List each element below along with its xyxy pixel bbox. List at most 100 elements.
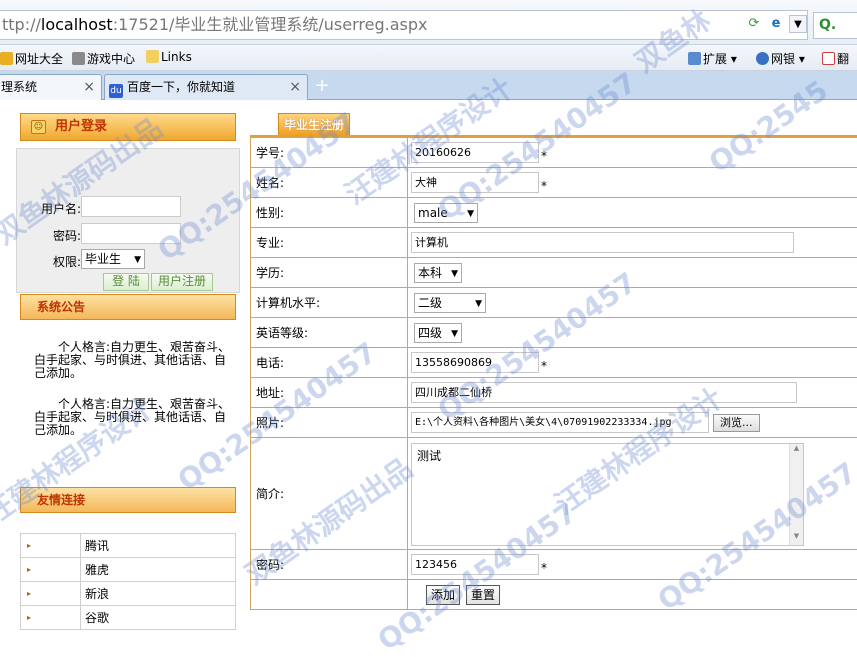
password-field[interactable]: 123456 [411, 554, 539, 575]
url-input[interactable]: ttp://localhost:17521/毕业生就业管理系统/userreg.… [0, 10, 808, 40]
student-id-input[interactable]: 20160626 [411, 142, 539, 163]
address-label: 地址: [251, 378, 408, 408]
textarea-scrollbar[interactable]: ▲▼ [789, 444, 803, 545]
bullet-icon: ▸ [21, 582, 81, 606]
role-label: 权限: [53, 253, 81, 270]
close-icon[interactable]: × [289, 75, 301, 99]
page-content: ☺ 用户登录 用户名: 密码: 权限: 毕业生▼ 登 陆 用户注册 [0, 101, 857, 640]
username-label: 用户名: [41, 200, 81, 217]
search-engine-box[interactable]: Q. [813, 12, 857, 39]
web-directory-icon [0, 52, 13, 65]
user-icon: ☺ [31, 120, 46, 134]
form-row-intro: 简介: 测试▲▼ [251, 438, 857, 550]
tab-management-system[interactable]: 理系统 × [0, 74, 102, 100]
notice-paragraph: 个人格言:自力更生、艰苦奋斗、白手起家、与时俱进、其他话语、自己添加。 [34, 341, 234, 380]
address-bar-icons: ⟳ e ▼ [745, 15, 807, 33]
register-button[interactable]: 用户注册 [151, 273, 213, 291]
close-icon[interactable]: × [83, 75, 95, 99]
link-yahoo[interactable]: 雅虎 [81, 558, 236, 582]
notice-header: 系统公告 [20, 294, 236, 320]
english-level-label: 英语等级: [251, 318, 408, 348]
login-panel: 用户名: 密码: 权限: 毕业生▼ 登 陆 用户注册 [16, 148, 240, 293]
chevron-down-icon: ▼ [451, 325, 458, 343]
link-row: ▸新浪 [21, 582, 236, 606]
form-row-actions: 添加重置 [251, 580, 857, 610]
role-select[interactable]: 毕业生▼ [81, 249, 145, 269]
required-mark: * [541, 179, 547, 193]
form-row-gender: 性别: male▼ [251, 198, 857, 228]
required-mark: * [541, 359, 547, 373]
link-sina[interactable]: 新浪 [81, 582, 236, 606]
chevron-down-icon: ▼ [475, 295, 482, 313]
browse-button[interactable]: 浏览... [713, 414, 760, 432]
password-label: 密码: [53, 227, 81, 244]
major-input[interactable]: 计算机 [411, 232, 794, 253]
favorite-item[interactable]: Links [146, 50, 192, 64]
left-sidebar: ☺ 用户登录 用户名: 密码: 权限: 毕业生▼ 登 陆 用户注册 [14, 101, 243, 640]
chevron-down-icon: ▼ [467, 205, 474, 223]
bank-icon [756, 52, 769, 65]
translate-icon [822, 52, 835, 65]
address-input[interactable]: 四川成都二仙桥 [411, 382, 797, 403]
favorite-item[interactable]: 网址大全 [0, 50, 63, 67]
major-label: 专业: [251, 228, 408, 258]
extensions-menu[interactable]: 扩展 ▾ [688, 50, 737, 67]
login-button[interactable]: 登 陆 [103, 273, 149, 291]
photo-file-input[interactable]: E:\个人资料\各种图片\美女\4\07091902233334.jpg [411, 412, 709, 433]
form-row-address: 地址: 四川成都二仙桥 [251, 378, 857, 408]
ie-compat-icon[interactable]: e [767, 15, 785, 33]
form-row-education: 学历: 本科▼ [251, 258, 857, 288]
online-banking-menu[interactable]: 网银 ▾ [756, 50, 805, 67]
chevron-down-icon: ▼ [134, 251, 141, 269]
form-row-major: 专业: 计算机 [251, 228, 857, 258]
folder-icon [146, 50, 159, 63]
actions-spacer [251, 580, 408, 610]
form-row-name: 姓名: 大神* [251, 168, 857, 198]
student-id-label: 学号: [251, 138, 408, 168]
form-row-phone: 电话: 13558690869* [251, 348, 857, 378]
name-input[interactable]: 大神 [411, 172, 539, 193]
registration-table: 学号: 20160626* 姓名: 大神* 性别: male▼ 专业: 计算机 … [250, 137, 857, 610]
bullet-icon: ▸ [21, 606, 81, 630]
bullet-icon: ▸ [21, 558, 81, 582]
links-table: ▸腾讯 ▸雅虎 ▸新浪 ▸谷歌 [20, 533, 236, 630]
link-tencent[interactable]: 腾讯 [81, 534, 236, 558]
photo-label: 照片: [251, 408, 408, 438]
add-button[interactable]: 添加 [426, 585, 460, 605]
education-select[interactable]: 本科▼ [414, 263, 462, 283]
translate-button[interactable]: 翻 [822, 50, 849, 67]
link-row: ▸雅虎 [21, 558, 236, 582]
gamepad-icon [72, 52, 85, 65]
phone-input[interactable]: 13558690869 [411, 352, 539, 373]
login-buttons: 登 陆 用户注册 [103, 273, 233, 291]
tab-baidu[interactable]: du百度一下，你就知道 × [104, 74, 308, 100]
form-row-computer-level: 计算机水平: 二级▼ [251, 288, 857, 318]
registration-form: 学号: 20160626* 姓名: 大神* 性别: male▼ 专业: 计算机 … [250, 135, 857, 619]
intro-textarea[interactable]: 测试▲▼ [411, 443, 804, 546]
username-input[interactable] [81, 196, 181, 217]
graduate-register-tab[interactable]: 毕业生注册 [278, 113, 350, 135]
favorite-item[interactable]: 游戏中心 [72, 50, 135, 67]
form-row-photo: 照片: E:\个人资料\各种图片\美女\4\07091902233334.jpg… [251, 408, 857, 438]
phone-label: 电话: [251, 348, 408, 378]
grid-icon [688, 52, 701, 65]
form-row-english-level: 英语等级: 四级▼ [251, 318, 857, 348]
notice-paragraph: 个人格言:自力更生、艰苦奋斗、白手起家、与时俱进、其他话语、自己添加。 [34, 398, 234, 437]
new-tab-button[interactable]: + [310, 75, 334, 97]
gender-label: 性别: [251, 198, 408, 228]
computer-level-select[interactable]: 二级▼ [414, 293, 486, 313]
chevron-down-icon[interactable]: ▼ [789, 15, 807, 33]
links-header: 友情连接 [20, 487, 236, 513]
gender-select[interactable]: male▼ [414, 203, 478, 223]
education-label: 学历: [251, 258, 408, 288]
computer-level-label: 计算机水平: [251, 288, 408, 318]
bullet-icon: ▸ [21, 534, 81, 558]
required-mark: * [541, 149, 547, 163]
password-input[interactable] [81, 223, 181, 244]
link-row: ▸谷歌 [21, 606, 236, 630]
refresh-icon[interactable]: ⟳ [745, 15, 763, 33]
intro-label: 简介: [251, 438, 408, 550]
english-level-select[interactable]: 四级▼ [414, 323, 462, 343]
link-google[interactable]: 谷歌 [81, 606, 236, 630]
reset-button[interactable]: 重置 [466, 585, 500, 605]
